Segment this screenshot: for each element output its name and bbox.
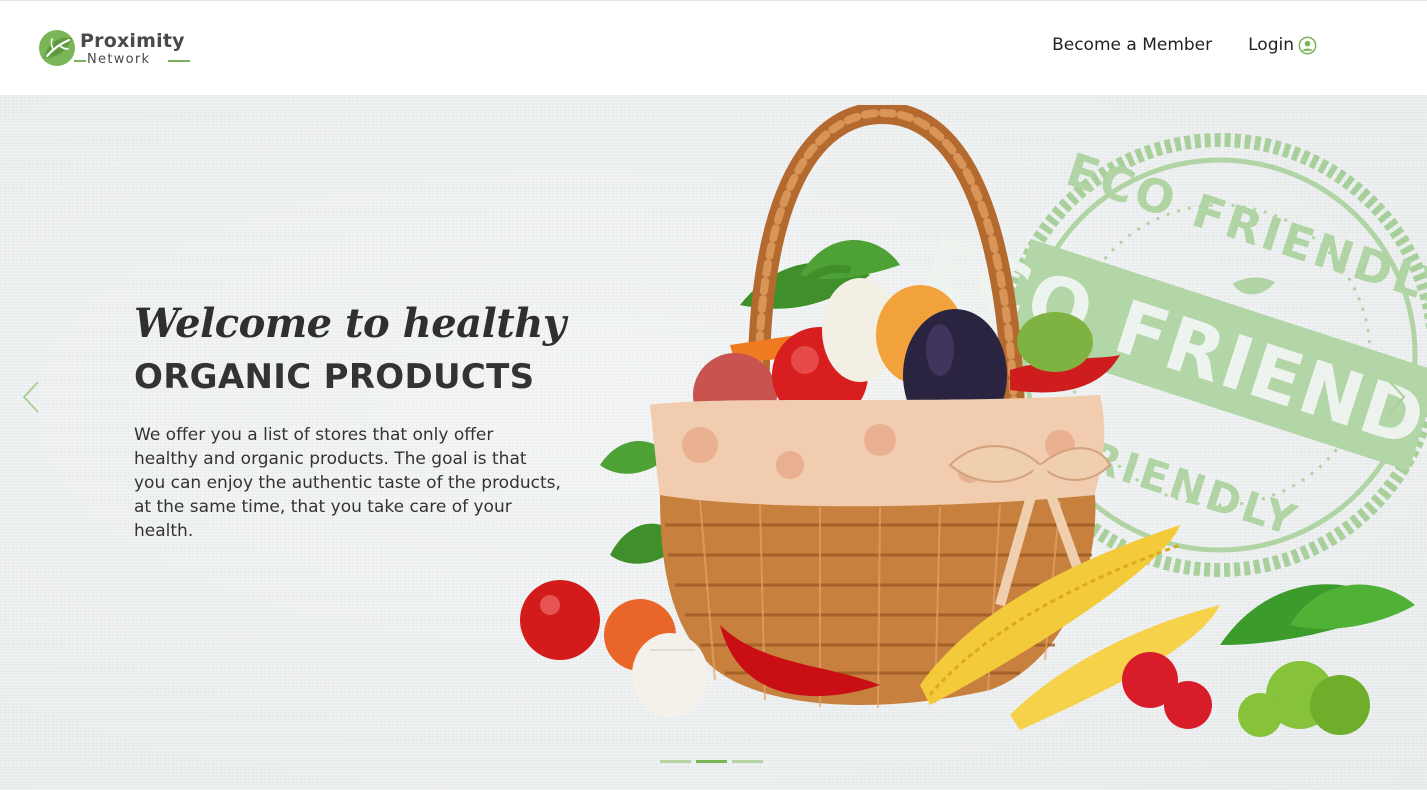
hero-title: ORGANIC PRODUCTS bbox=[134, 357, 535, 397]
brand-subname: Network bbox=[87, 52, 151, 67]
site-header: Proximity Network Become a Member Login bbox=[0, 0, 1427, 95]
hero-slider: ECO FRIENDLY ECO FRIENDLY FRIENDLY Welco… bbox=[0, 95, 1427, 790]
login-link[interactable]: Login bbox=[1248, 35, 1317, 55]
become-member-label: Become a Member bbox=[1052, 35, 1213, 55]
chevron-left-icon[interactable] bbox=[20, 380, 42, 414]
carousel-indicator-2[interactable] bbox=[696, 760, 727, 763]
main-nav: Become a Member Login bbox=[1052, 35, 1317, 55]
carousel-indicators bbox=[660, 760, 763, 763]
leaf-logo-icon bbox=[39, 30, 75, 66]
carousel-indicator-1[interactable] bbox=[660, 760, 691, 763]
divider bbox=[168, 60, 190, 62]
hero-script-title: Welcome to healthy bbox=[134, 300, 566, 347]
brand-name: Proximity bbox=[80, 30, 185, 52]
divider bbox=[74, 60, 86, 62]
brand-logo[interactable]: Proximity Network bbox=[38, 28, 198, 72]
hero-description: We offer you a list of stores that only … bbox=[134, 425, 561, 541]
hero-copy: Welcome to healthy ORGANIC PRODUCTS We o… bbox=[134, 295, 574, 543]
chevron-right-icon[interactable] bbox=[1386, 380, 1408, 414]
become-member-link[interactable]: Become a Member bbox=[1052, 35, 1212, 55]
login-label: Login bbox=[1248, 35, 1294, 55]
brand-subname-wrap: Network bbox=[74, 52, 190, 68]
carousel-indicator-3[interactable] bbox=[732, 760, 763, 763]
user-circle-icon bbox=[1298, 36, 1317, 54]
organic-basket-illustration: ECO FRIENDLY ECO FRIENDLY FRIENDLY bbox=[520, 105, 1427, 737]
